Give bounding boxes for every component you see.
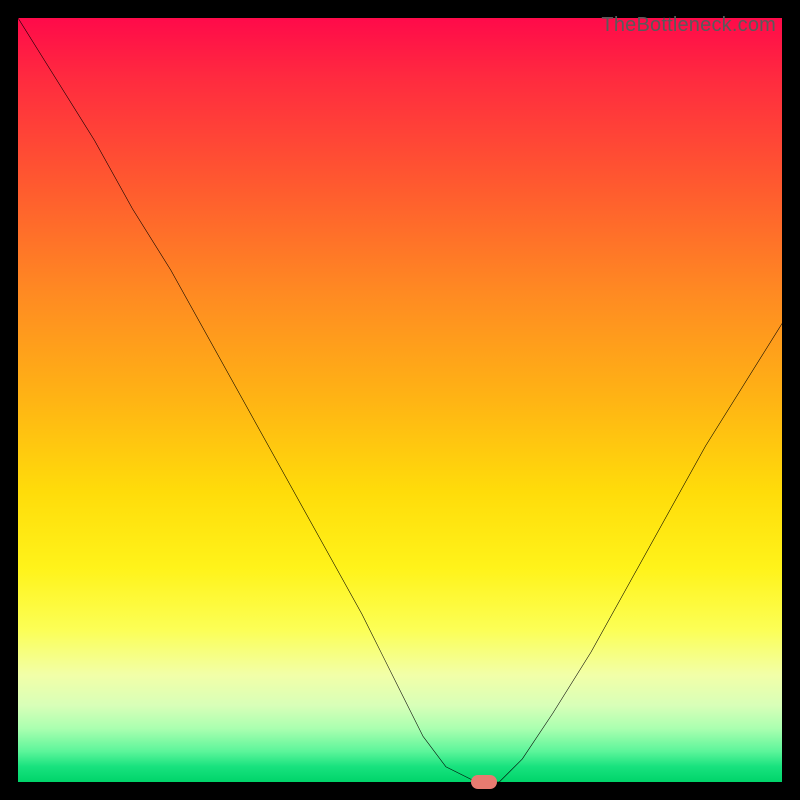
optimal-point-marker	[471, 775, 497, 789]
bottleneck-curve	[18, 18, 782, 782]
chart-frame: TheBottleneck.com	[0, 0, 800, 800]
plot-area: TheBottleneck.com	[18, 18, 782, 782]
